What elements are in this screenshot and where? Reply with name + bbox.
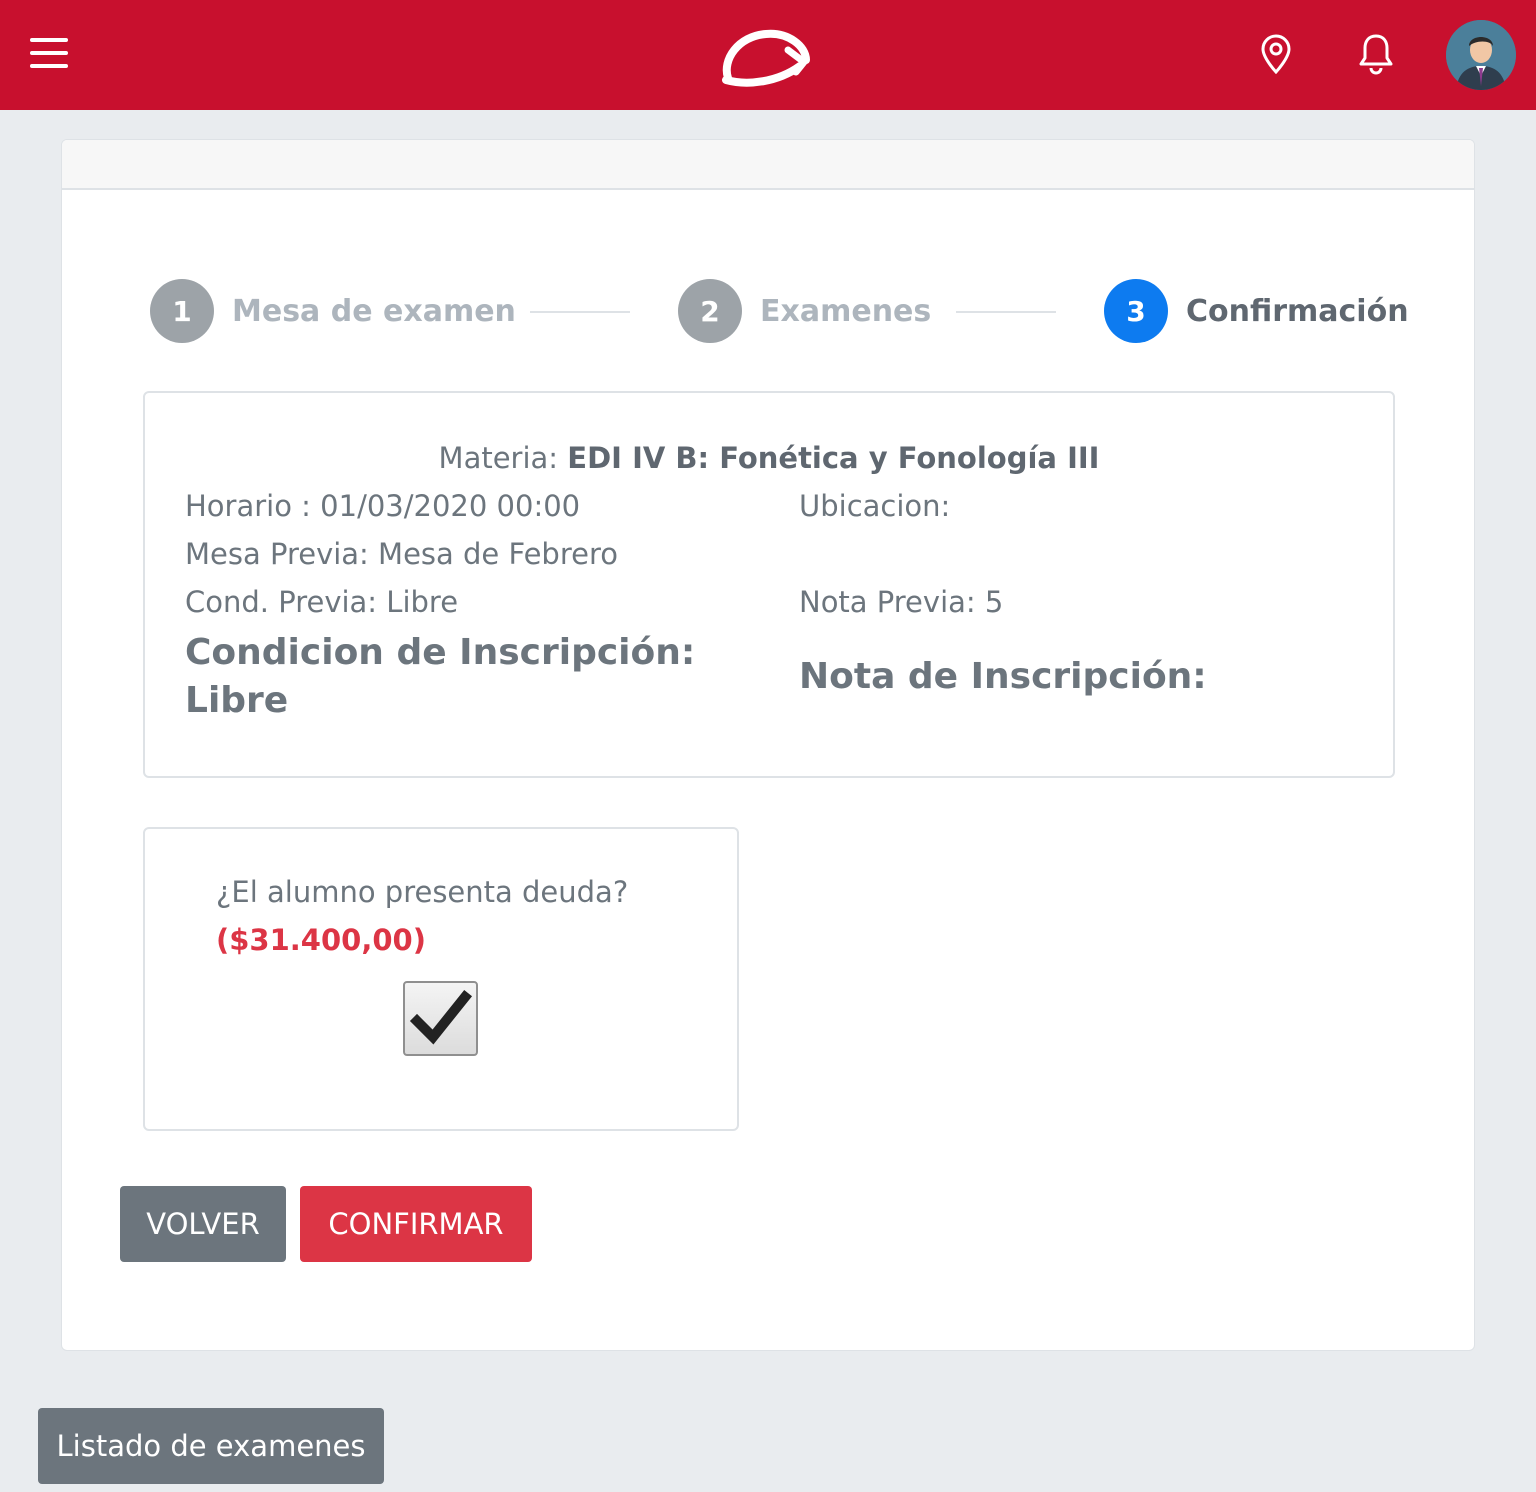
debt-amount: ($31.400,00): [216, 923, 426, 957]
step-number: 3: [1104, 279, 1168, 343]
cond-previa-text: Cond. Previa: Libre: [185, 585, 459, 619]
checkmark-icon: [409, 989, 473, 1045]
card-header: [62, 140, 1474, 190]
hamburger-menu-icon[interactable]: [30, 38, 70, 72]
exam-details-box: Materia: EDI IV B: Fonética y Fonología …: [143, 391, 1395, 778]
nota-inscripcion-text: Nota de Inscripción:: [799, 656, 1207, 697]
step-connector: [956, 311, 1056, 313]
debt-question: ¿El alumno presenta deuda?: [216, 875, 629, 909]
mesa-previa-text: Mesa Previa: Mesa de Febrero: [185, 537, 618, 571]
step-number: 1: [150, 279, 214, 343]
ubicacion-text: Ubicacion:: [799, 489, 951, 523]
user-avatar[interactable]: [1446, 20, 1516, 90]
nota-previa-text: Nota Previa: 5: [799, 585, 1004, 619]
step-number: 2: [678, 279, 742, 343]
confirmar-button[interactable]: CONFIRMAR: [300, 1186, 532, 1262]
top-navbar: [0, 0, 1536, 110]
listado-examenes-button[interactable]: Listado de examenes: [38, 1408, 384, 1484]
debt-checkbox[interactable]: [403, 981, 478, 1056]
step-connector: [530, 311, 630, 313]
materia-label: Materia:: [438, 441, 568, 475]
step-label: Mesa de examen: [232, 293, 516, 329]
map-pin-icon[interactable]: [1258, 34, 1294, 74]
materia-text: Materia: EDI IV B: Fonética y Fonología …: [145, 441, 1393, 475]
volver-button[interactable]: VOLVER: [120, 1186, 286, 1262]
exam-enrollment-card: 1 Mesa de examen 2 Examenes 3 Confirmaci…: [61, 139, 1475, 1351]
bell-icon[interactable]: [1356, 32, 1396, 76]
materia-value: EDI IV B: Fonética y Fonología III: [567, 441, 1100, 475]
step-confirmacion: 3 Confirmación: [1104, 279, 1409, 343]
step-examenes: 2 Examenes: [678, 279, 931, 343]
brand-logo[interactable]: [718, 20, 814, 90]
step-label: Examenes: [760, 293, 932, 329]
step-mesa-de-examen: 1 Mesa de examen: [150, 279, 516, 343]
condicion-inscripcion-text: Condicion de Inscripción: Libre: [185, 632, 696, 721]
step-label: Confirmación: [1186, 293, 1409, 329]
debt-box: ¿El alumno presenta deuda? ($31.400,00): [143, 827, 739, 1131]
horario-text: Horario : 01/03/2020 00:00: [185, 489, 581, 523]
